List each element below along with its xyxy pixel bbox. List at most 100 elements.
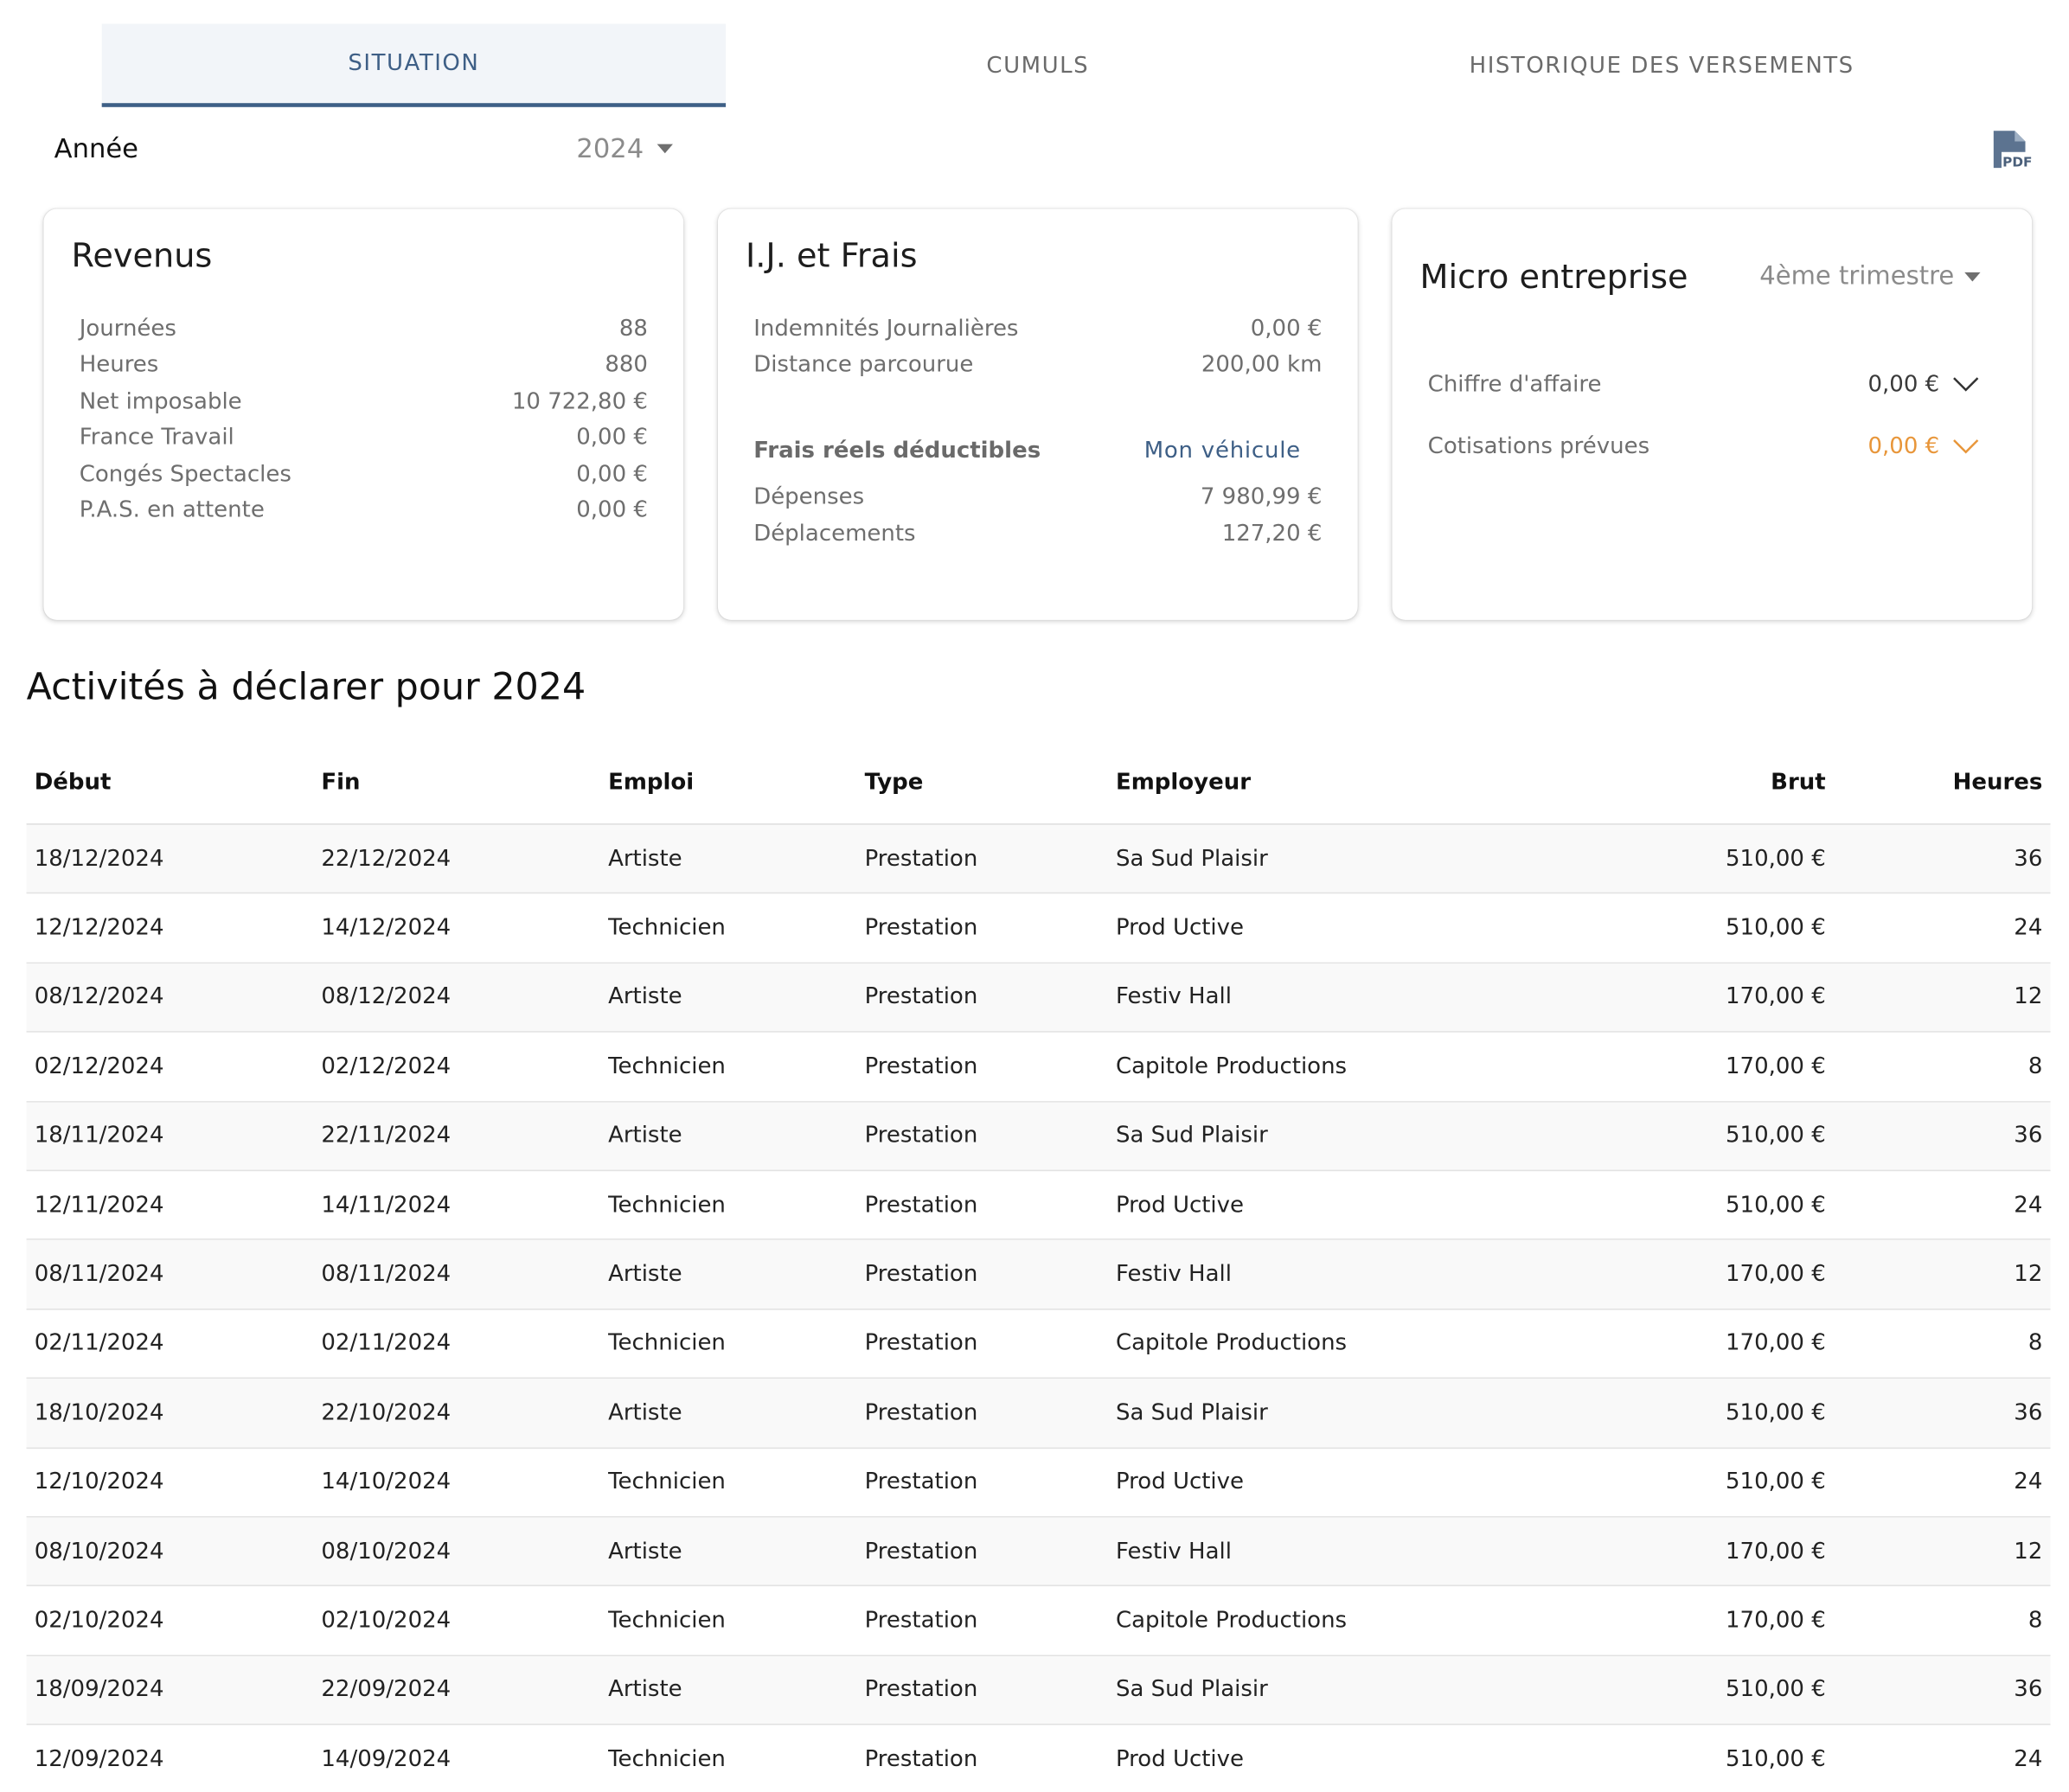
row-label: Journées [79, 316, 176, 342]
cell-debut: 12/09/2024 [34, 1745, 164, 1773]
tab-situation[interactable]: SITUATION [101, 23, 727, 107]
cell-fin: 22/09/2024 [321, 1676, 452, 1704]
cell-fin: 22/11/2024 [321, 1122, 452, 1149]
cell-debut: 18/10/2024 [34, 1399, 164, 1426]
table-row[interactable]: 18/11/2024 22/11/2024 Artiste Prestation Sa … [26, 1102, 2051, 1172]
cell-employeur: Sa Sud Plaisir [1115, 1122, 1268, 1149]
cell-debut: 12/12/2024 [34, 914, 164, 942]
row-value: 7 980,99 € [1200, 483, 1323, 510]
cell-brut: 170,00 € [1726, 1538, 1826, 1565]
row-label: Congés Spectacles [79, 461, 291, 488]
cell-type: Prestation [864, 1607, 978, 1635]
cell-heures: 12 [2014, 983, 2043, 1011]
cell-heures: 36 [2014, 1676, 2043, 1704]
revenus-row-net-imposable: Net imposable 10 722,80 € [80, 388, 648, 424]
cell-type: Prestation [864, 1469, 978, 1495]
caret-down-icon [657, 143, 673, 153]
col-header-fin[interactable]: Fin [313, 769, 600, 796]
cell-employeur: Prod Uctive [1115, 1745, 1245, 1773]
col-header-debut[interactable]: Début [27, 769, 314, 796]
cell-employeur: Capitole Productions [1115, 1330, 1348, 1357]
table-row[interactable]: 02/11/2024 02/11/2024 Technicien Prestation… [26, 1309, 2051, 1379]
cell-debut: 08/10/2024 [34, 1538, 164, 1565]
cell-employeur: Prod Uctive [1115, 1469, 1245, 1495]
row-value: 88 [618, 316, 648, 342]
table-row[interactable]: 02/10/2024 02/10/2024 Technicien Prestation… [26, 1587, 2051, 1656]
cell-type: Prestation [864, 1676, 978, 1704]
cell-emploi: Technicien [608, 1192, 726, 1219]
cell-heures: 36 [2014, 1399, 2043, 1426]
trimestre-select[interactable]: 4ème trimestre [1759, 262, 1981, 291]
tab-cumuls[interactable]: CUMULS [726, 24, 1349, 107]
cell-fin: 08/12/2024 [321, 983, 452, 1011]
year-select[interactable]: 2024 [576, 132, 673, 164]
cell-type: Prestation [864, 1399, 978, 1426]
table-row[interactable]: 12/10/2024 14/10/2024 Technicien Prestation… [26, 1448, 2051, 1518]
row-label: Distance parcourue [753, 351, 974, 379]
micro-row-cotisations: Cotisations prévues 0,00 € [1428, 427, 1979, 467]
cell-employeur: Festiv Hall [1115, 983, 1232, 1011]
revenus-title: Revenus [71, 236, 213, 275]
table-row[interactable]: 12/11/2024 14/11/2024 Technicien Prestation… [26, 1171, 2051, 1241]
chevron-down-icon [1953, 377, 1979, 392]
micro-entreprise-card: Micro entreprise 4ème trimestre Chiffre … [1392, 208, 2033, 620]
cotisations-expand[interactable]: 0,00 € [1868, 433, 1980, 460]
cell-emploi: Artiste [608, 1261, 682, 1288]
cell-debut: 02/12/2024 [34, 1053, 164, 1080]
cell-brut: 510,00 € [1726, 914, 1826, 942]
col-header-employeur[interactable]: Employeur [1108, 769, 1505, 796]
cell-debut: 18/09/2024 [34, 1676, 164, 1704]
col-header-emploi[interactable]: Emploi [600, 769, 857, 796]
mon-vehicule-link[interactable]: Mon véhicule [1144, 437, 1301, 464]
revenus-row-journees: Journées 88 [80, 316, 648, 351]
cell-type: Prestation [864, 914, 978, 942]
cell-type: Prestation [864, 1330, 978, 1357]
cell-fin: 08/10/2024 [321, 1538, 452, 1565]
revenus-row-pas-attente: P.A.S. en attente 0,00 € [80, 497, 648, 533]
cell-heures: 12 [2014, 1261, 2043, 1288]
table-row[interactable]: 02/12/2024 02/12/2024 Technicien Prestation… [26, 1033, 2051, 1103]
cell-fin: 02/12/2024 [321, 1053, 452, 1080]
row-value: 0,00 € [1867, 371, 1940, 399]
cell-emploi: Artiste [608, 1676, 682, 1704]
cell-employeur: Festiv Hall [1115, 1538, 1232, 1565]
cell-debut: 12/11/2024 [34, 1192, 164, 1219]
cell-heures: 24 [2014, 914, 2043, 942]
col-header-type[interactable]: Type [856, 769, 1107, 796]
cell-type: Prestation [864, 1192, 978, 1219]
cell-employeur: Sa Sud Plaisir [1115, 845, 1268, 873]
table-row[interactable]: 18/09/2024 22/09/2024 Artiste Prestation Sa … [26, 1655, 2051, 1725]
tab-historique-versements[interactable]: HISTORIQUE DES VERSEMENTS [1349, 24, 1973, 107]
table-row[interactable]: 12/12/2024 14/12/2024 Technicien Prestation… [26, 894, 2051, 963]
cell-employeur: Capitole Productions [1115, 1053, 1348, 1080]
revenus-row-france-travail: France Travail 0,00 € [80, 425, 648, 460]
cell-heures: 24 [2014, 1192, 2043, 1219]
revenus-card: Revenus Journées 88 Heures 880 Net impos… [43, 208, 684, 620]
row-value: 200,00 km [1201, 351, 1323, 379]
cell-fin: 22/10/2024 [321, 1399, 452, 1426]
ij-row-distance: Distance parcourue 200,00 km [753, 352, 1322, 387]
col-header-heures[interactable]: Heures [1826, 769, 2051, 796]
cell-emploi: Technicien [608, 1745, 726, 1773]
table-row[interactable]: 08/12/2024 08/12/2024 Artiste Prestation Fes… [26, 963, 2051, 1033]
cell-brut: 510,00 € [1726, 845, 1826, 873]
row-value: 0,00 € [1250, 316, 1323, 342]
table-row[interactable]: 08/10/2024 08/10/2024 Artiste Prestation Fes… [26, 1517, 2051, 1587]
chiffre-affaire-expand[interactable]: 0,00 € [1868, 371, 1980, 398]
table-row[interactable]: 18/12/2024 22/12/2024 Artiste Prestation Sa … [26, 824, 2051, 894]
cell-fin: 14/11/2024 [321, 1192, 452, 1219]
table-row[interactable]: 18/10/2024 22/10/2024 Artiste Prestation Sa … [26, 1379, 2051, 1449]
pdf-file-icon[interactable]: PDF [1991, 128, 2034, 173]
cell-heures: 8 [2027, 1053, 2043, 1080]
table-row[interactable]: 08/11/2024 08/11/2024 Artiste Prestation Fes… [26, 1240, 2051, 1310]
cell-brut: 510,00 € [1726, 1745, 1826, 1773]
cell-employeur: Festiv Hall [1115, 1261, 1232, 1288]
row-label: Cotisations prévues [1427, 433, 1650, 460]
col-header-brut[interactable]: Brut [1504, 769, 1826, 796]
cell-emploi: Technicien [608, 1330, 726, 1357]
row-value: 880 [605, 351, 648, 379]
micro-row-chiffre-affaire: Chiffre d'affaire 0,00 € [1428, 365, 1979, 405]
table-row[interactable]: 12/09/2024 14/09/2024 Technicien Prestation… [27, 1725, 2051, 1792]
cell-type: Prestation [864, 1122, 978, 1149]
revenus-row-heures: Heures 880 [80, 352, 648, 387]
